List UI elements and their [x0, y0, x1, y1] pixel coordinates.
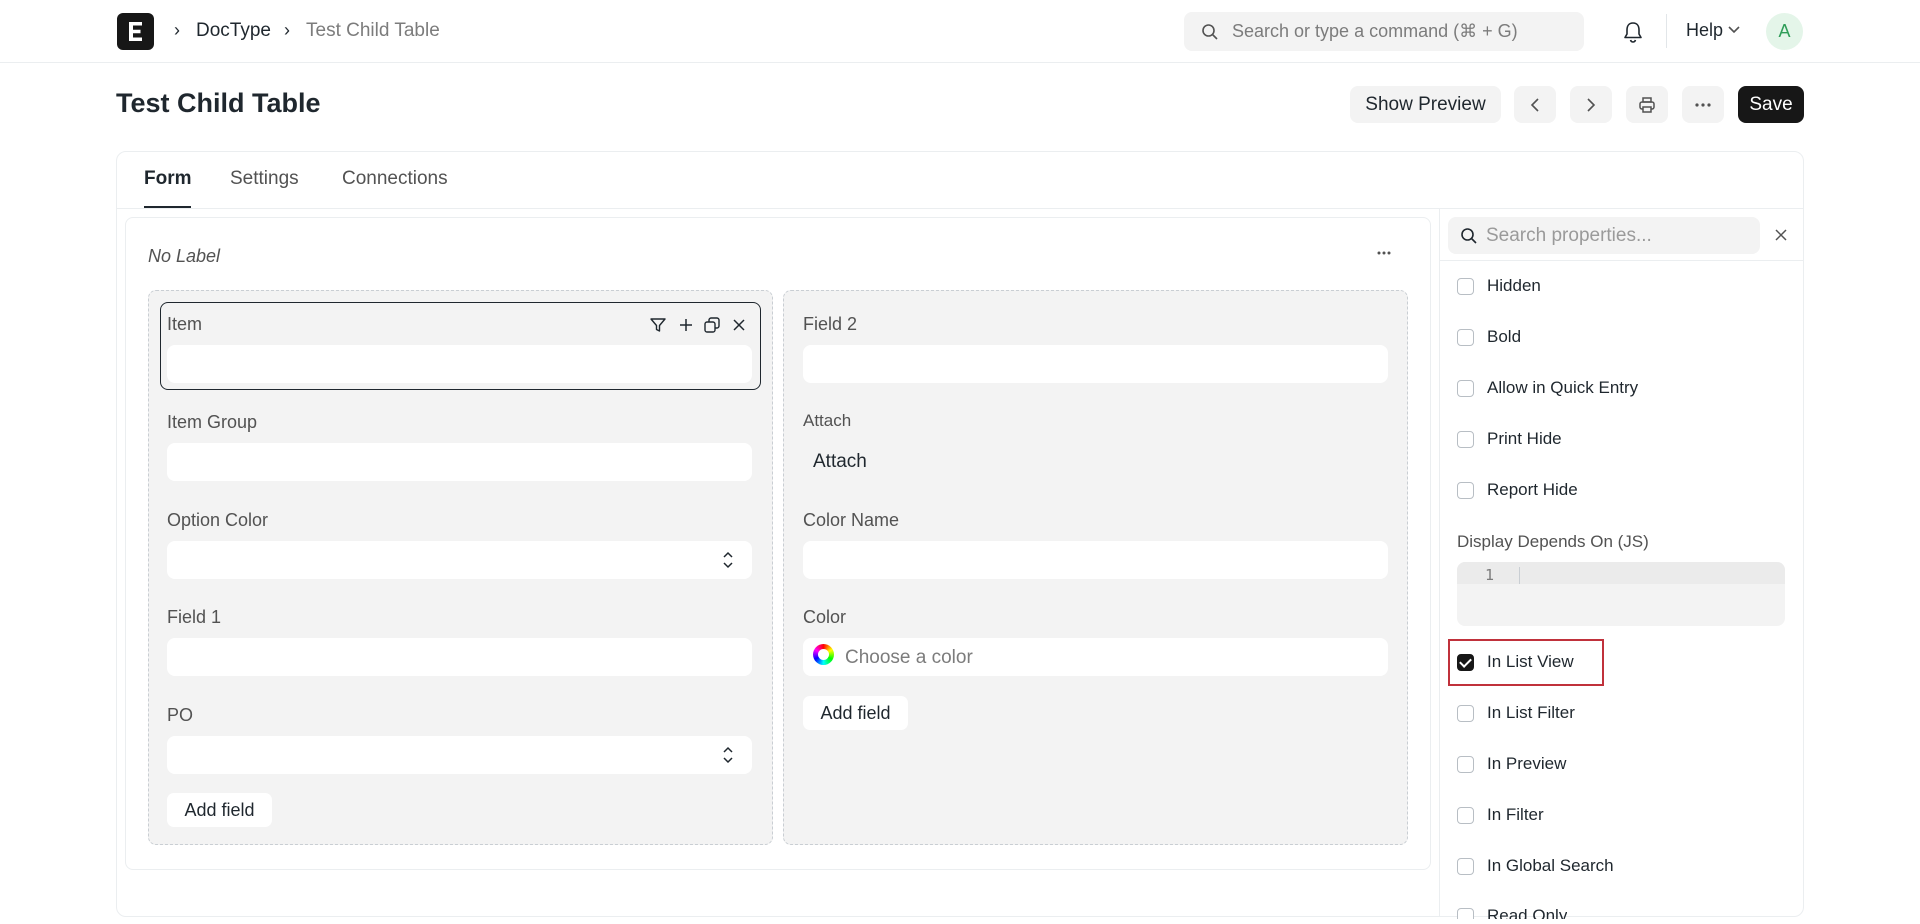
save-button[interactable]: Save [1738, 86, 1804, 123]
chevron-right-icon [1587, 97, 1596, 112]
avatar[interactable]: A [1766, 13, 1803, 50]
checkbox-in-preview[interactable]: In Preview [1457, 752, 1566, 776]
page-title: Test Child Table [116, 88, 321, 118]
next-button[interactable] [1570, 86, 1612, 123]
checkbox-in-list-view[interactable]: In List View [1457, 650, 1574, 674]
code-active-line [1457, 562, 1785, 584]
checkbox-in-list-filter[interactable]: In List Filter [1457, 701, 1575, 725]
field-2-input[interactable] [803, 345, 1388, 383]
chevron-right-icon: › [174, 20, 180, 40]
field-label-option-color[interactable]: Option Color [167, 510, 268, 531]
field-label-field-1[interactable]: Field 1 [167, 607, 221, 628]
field-label-item-group[interactable]: Item Group [167, 412, 257, 433]
more-actions-button[interactable] [1682, 86, 1724, 123]
checkbox-report-hide[interactable]: Report Hide [1457, 478, 1578, 502]
show-preview-button[interactable]: Show Preview [1350, 86, 1501, 123]
checkbox[interactable] [1457, 857, 1474, 875]
properties-search-placeholder: Search properties... [1486, 225, 1652, 246]
color-placeholder: Choose a color [845, 647, 973, 668]
checkbox[interactable] [1457, 379, 1474, 397]
help-menu[interactable]: Help [1686, 20, 1723, 41]
close-icon[interactable] [1772, 226, 1790, 244]
field-label-color[interactable]: Color [803, 607, 846, 628]
active-tab-indicator [144, 206, 191, 208]
print-button[interactable] [1626, 86, 1668, 123]
checkbox-label: Read Only [1487, 906, 1568, 919]
checkbox-label: In List Filter [1487, 703, 1575, 722]
ellipsis-icon[interactable] [1376, 250, 1392, 256]
chevron-right-icon: › [284, 20, 290, 40]
checkbox-bold[interactable]: Bold [1457, 325, 1521, 349]
checkbox-allow-in-quick-entry[interactable]: Allow in Quick Entry [1457, 376, 1638, 400]
previous-button[interactable] [1514, 86, 1556, 123]
checkbox[interactable] [1457, 277, 1474, 295]
checkbox[interactable] [1457, 806, 1474, 824]
select-arrows-icon [723, 746, 733, 764]
checkbox-checked[interactable] [1457, 653, 1474, 671]
field-1-input[interactable] [167, 638, 752, 676]
search-placeholder: Search or type a command (⌘ + G) [1232, 21, 1518, 41]
checkbox-label: Bold [1487, 327, 1522, 346]
checkbox[interactable] [1457, 704, 1474, 722]
section-label[interactable]: No Label [148, 246, 220, 267]
tab-form[interactable]: Form [144, 168, 192, 190]
checkbox-label: In Preview [1487, 754, 1567, 773]
checkbox-in-filter[interactable]: In Filter [1457, 803, 1544, 827]
item-group-input[interactable] [167, 443, 752, 481]
breadcrumb-current[interactable]: Test Child Table [306, 20, 440, 42]
chevron-left-icon [1530, 97, 1539, 112]
attach-button[interactable]: Attach [813, 451, 867, 473]
close-icon[interactable] [730, 316, 748, 334]
bell-icon[interactable] [1622, 20, 1644, 44]
checkbox-label: In Filter [1487, 805, 1544, 824]
nav-divider [1666, 14, 1667, 48]
add-field-button[interactable]: Add field [167, 793, 272, 827]
checkbox[interactable] [1457, 481, 1474, 499]
checkbox[interactable] [1457, 430, 1474, 448]
checkbox-label: Hidden [1487, 276, 1541, 295]
po-select[interactable] [167, 736, 752, 774]
divider [1440, 260, 1803, 261]
color-name-input[interactable] [803, 541, 1388, 579]
field-label-po[interactable]: PO [167, 705, 193, 726]
search-bar[interactable]: Search or type a command (⌘ + G) [1184, 12, 1584, 51]
properties-search-input[interactable]: Search properties... [1448, 217, 1760, 254]
checkbox-hidden[interactable]: Hidden [1457, 274, 1541, 298]
search-icon [1202, 24, 1218, 40]
plus-icon[interactable] [677, 316, 695, 334]
checkbox-print-hide[interactable]: Print Hide [1457, 427, 1562, 451]
code-cursor [1519, 567, 1520, 584]
tab-connections[interactable]: Connections [342, 168, 448, 190]
field-label-color-name[interactable]: Color Name [803, 510, 899, 531]
add-field-button[interactable]: Add field [803, 696, 908, 730]
duplicate-icon[interactable] [703, 316, 721, 334]
field-label-item[interactable]: Item [167, 314, 202, 335]
printer-icon [1639, 96, 1655, 113]
checkbox-label: In Global Search [1487, 856, 1614, 875]
checkbox[interactable] [1457, 755, 1474, 773]
display-depends-on-label: Display Depends On (JS) [1457, 532, 1649, 551]
checkbox[interactable] [1457, 328, 1474, 346]
tab-settings[interactable]: Settings [230, 168, 299, 190]
filter-icon[interactable] [649, 316, 667, 334]
color-wheel-icon [813, 644, 834, 665]
checkbox-label: In List View [1487, 652, 1574, 671]
field-label-field-2[interactable]: Field 2 [803, 314, 857, 335]
checkbox-label: Report Hide [1487, 480, 1578, 499]
breadcrumb-doctype[interactable]: DocType [196, 20, 271, 42]
checkbox-in-global-search[interactable]: In Global Search [1457, 854, 1614, 878]
option-color-select[interactable] [167, 541, 752, 579]
search-icon [1461, 228, 1477, 244]
select-arrows-icon [723, 551, 733, 569]
item-input[interactable] [167, 345, 752, 383]
checkbox-read-only[interactable]: Read Only [1457, 905, 1567, 919]
field-label-attach[interactable]: Attach [803, 411, 851, 431]
code-line-number: 1 [1485, 566, 1495, 584]
app-logo-icon[interactable] [117, 13, 154, 50]
checkbox-label: Allow in Quick Entry [1487, 378, 1639, 397]
ellipsis-icon [1695, 102, 1711, 107]
chevron-down-icon[interactable] [1727, 25, 1741, 35]
checkbox-label: Print Hide [1487, 429, 1562, 448]
checkbox[interactable] [1457, 908, 1474, 919]
